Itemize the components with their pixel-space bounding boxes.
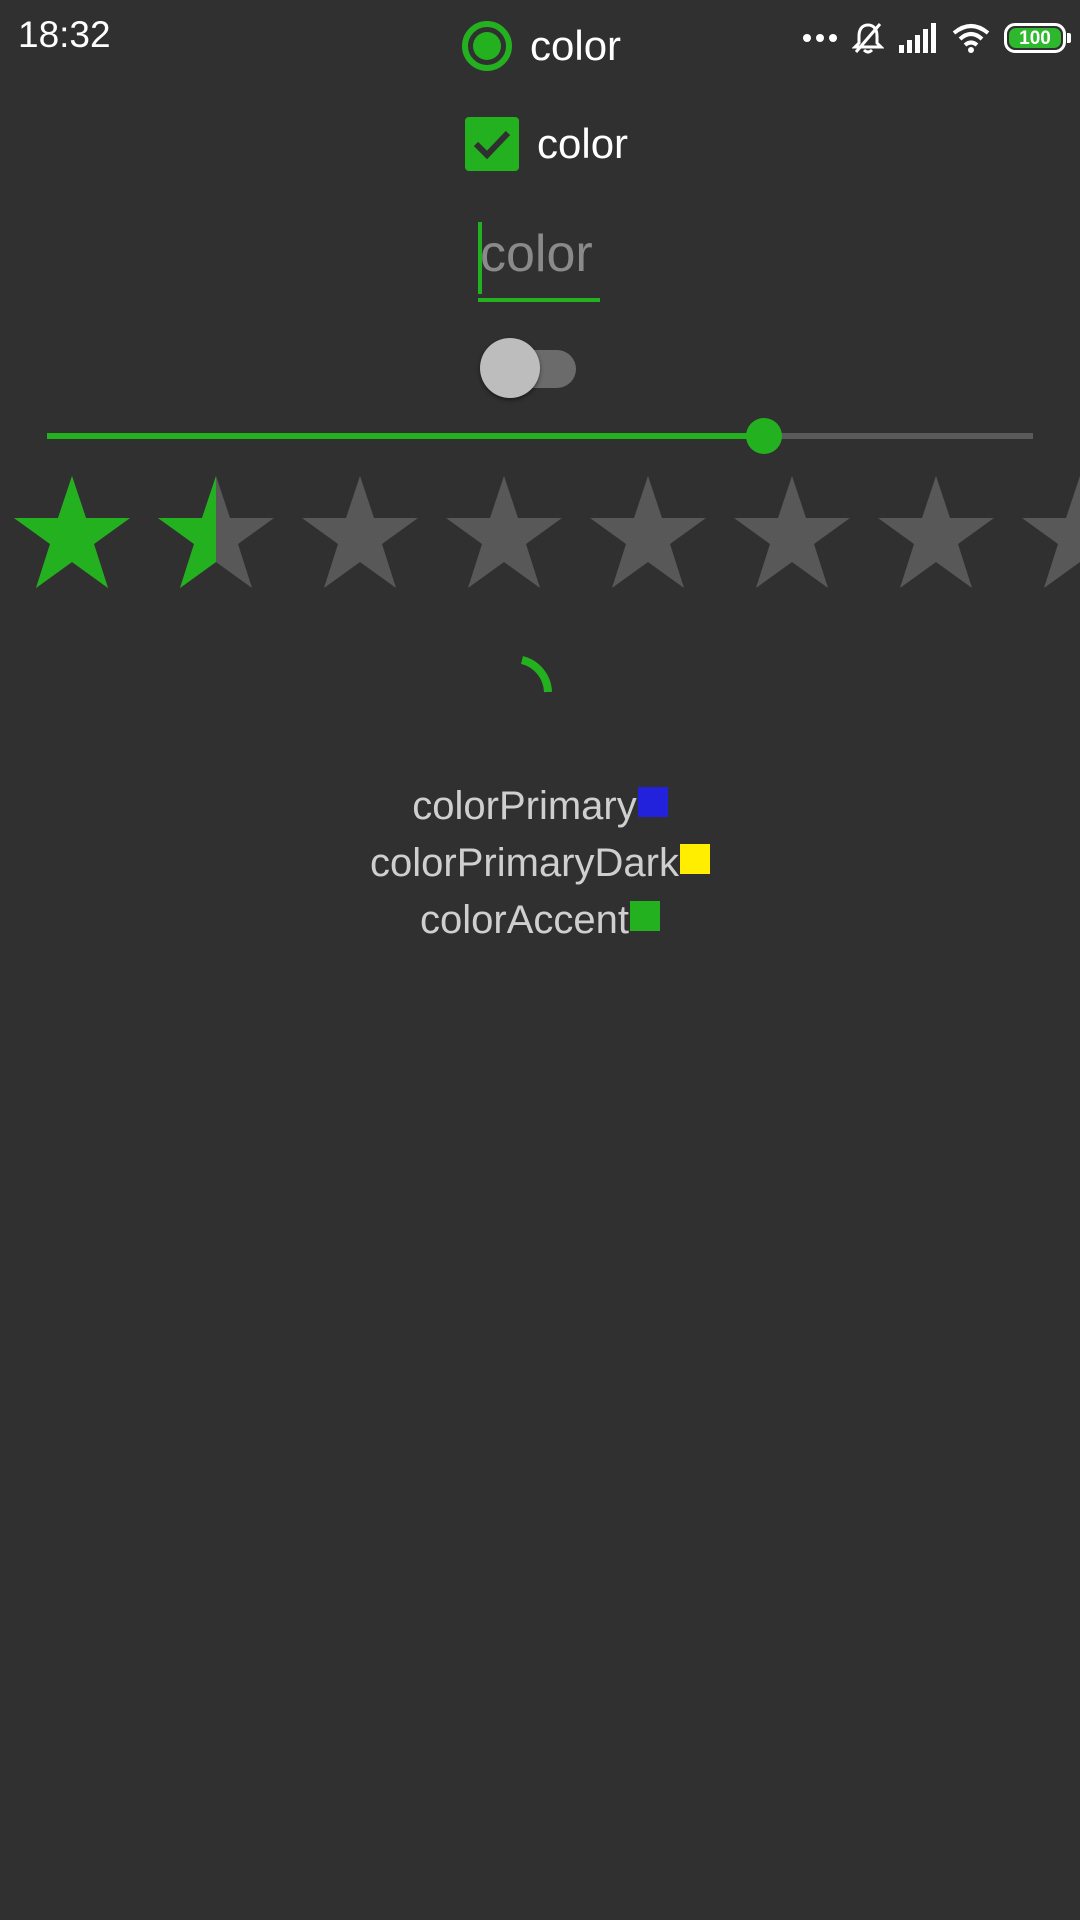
color-row-primary-dark: colorPrimaryDark	[370, 835, 710, 892]
color-row-primary: colorPrimary	[412, 778, 668, 835]
color-name: colorAccent	[420, 898, 629, 942]
check-icon	[473, 130, 511, 160]
color-swatch	[679, 843, 710, 874]
seekbar-progress	[47, 433, 764, 439]
edit-text[interactable]	[478, 218, 602, 304]
rating-bar[interactable]	[12, 474, 1080, 596]
radio-button[interactable]: color	[462, 21, 621, 71]
input-underline	[478, 298, 600, 302]
star-icon[interactable]	[300, 474, 420, 594]
more-dots-icon	[803, 34, 837, 42]
color-name: colorPrimary	[412, 784, 637, 828]
radio-indicator[interactable]	[462, 21, 512, 71]
toggle-switch[interactable]	[480, 338, 580, 398]
checkbox[interactable]: color	[462, 117, 628, 171]
color-name: colorPrimaryDark	[370, 841, 679, 885]
color-input[interactable]	[478, 218, 602, 290]
color-row-accent: colorAccent	[420, 892, 660, 949]
radio-dot	[473, 32, 501, 60]
star-icon[interactable]	[156, 474, 276, 594]
radio-label: color	[530, 22, 622, 69]
star-icon[interactable]	[12, 474, 132, 594]
battery-icon: 100	[1004, 23, 1071, 53]
color-legend: colorPrimary colorPrimaryDark colorAccen…	[0, 778, 1080, 949]
star-icon[interactable]	[588, 474, 708, 594]
battery-level: 100	[1009, 28, 1061, 48]
seekbar[interactable]	[47, 418, 1033, 454]
star-icon[interactable]	[732, 474, 852, 594]
star-icon[interactable]	[444, 474, 564, 594]
progress-spinner-icon	[520, 656, 552, 693]
checkbox-box[interactable]	[465, 117, 519, 171]
star-icon[interactable]	[1020, 474, 1080, 594]
text-cursor	[478, 222, 482, 294]
color-swatch	[629, 900, 660, 931]
star-icon[interactable]	[876, 474, 996, 594]
status-time: 18:32	[18, 14, 111, 55]
status-icons: 100	[802, 16, 1071, 60]
switch-thumb[interactable]	[480, 338, 540, 398]
checkbox-label: color	[537, 120, 629, 167]
bell-off-icon	[852, 23, 884, 54]
wifi-icon	[952, 24, 990, 53]
signal-icon	[899, 23, 936, 53]
color-swatch	[637, 786, 668, 817]
seekbar-thumb[interactable]	[745, 418, 782, 454]
screen: 18:32 100 color color color colorPrimary…	[0, 0, 1080, 1920]
